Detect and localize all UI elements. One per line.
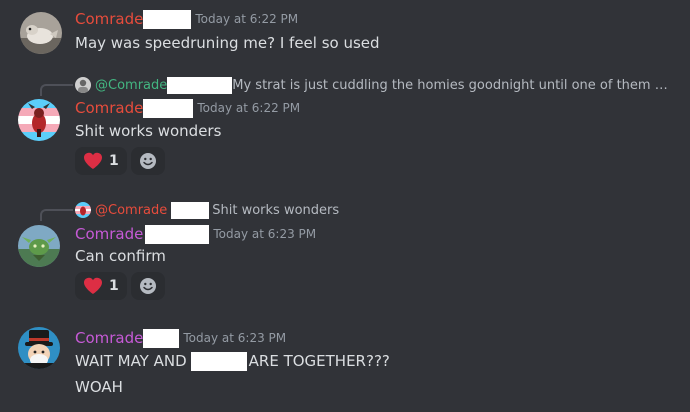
redaction-box xyxy=(143,9,192,29)
message-text: Can confirm xyxy=(75,247,166,265)
redaction-box xyxy=(171,201,210,219)
smiley-icon xyxy=(139,278,156,294)
message-text: May was speedruning me? I feel so used xyxy=(75,34,380,52)
heart-icon xyxy=(84,152,102,169)
message-list: Comrade Today at 6:22 PM May was speedru… xyxy=(0,0,690,412)
reaction-count: 1 xyxy=(109,278,119,294)
reaction-heart[interactable]: 1 xyxy=(75,272,127,300)
timestamp: Today at 6:23 PM xyxy=(213,227,317,241)
author-name[interactable]: Comrade xyxy=(75,99,143,117)
reply-preview[interactable]: @Comrade Shit works wonders xyxy=(75,201,339,219)
redaction-box xyxy=(143,328,180,348)
timestamp: Today at 6:23 PM xyxy=(183,331,287,345)
reactions-bar: 1 xyxy=(75,147,165,175)
heart-icon xyxy=(84,277,102,294)
message-header: Comrade Today at 6:22 PM xyxy=(75,8,298,30)
message-text: WOAH xyxy=(75,378,123,396)
author-name[interactable]: Comrade xyxy=(75,329,143,347)
timestamp: Today at 6:22 PM xyxy=(197,101,301,115)
redaction-box xyxy=(145,224,210,244)
message-text-part: ARE TOGETHER??? xyxy=(248,352,390,370)
reactions-bar: 1 xyxy=(75,272,165,300)
reply-spine xyxy=(40,84,73,96)
author-name[interactable]: Comrade xyxy=(75,10,143,28)
reply-preview[interactable]: @Comrade My strat is just cuddling the h… xyxy=(75,76,672,94)
reply-spine xyxy=(40,209,73,221)
redaction-box xyxy=(190,351,247,371)
redaction-box xyxy=(143,98,194,118)
timestamp: Today at 6:22 PM xyxy=(195,12,299,26)
add-reaction-button[interactable] xyxy=(130,272,165,300)
reply-avatar xyxy=(75,202,91,218)
avatar[interactable] xyxy=(18,99,60,141)
reply-avatar xyxy=(75,77,91,93)
avatar[interactable] xyxy=(18,225,60,267)
message-text: Shit works wonders xyxy=(75,122,222,140)
reply-preview-text: Shit works wonders xyxy=(212,202,340,218)
message-header: Comrade Today at 6:22 PM xyxy=(75,97,300,119)
smiley-icon xyxy=(139,153,156,169)
message-header: Comrade Today at 6:23 PM xyxy=(75,327,286,349)
author-name[interactable]: Comrade xyxy=(75,225,143,243)
message-header: Comrade Today at 6:23 PM xyxy=(75,223,316,245)
reaction-count: 1 xyxy=(109,153,119,169)
reply-preview-text: My strat is just cuddling the homies goo… xyxy=(232,77,673,93)
reply-mention[interactable]: @Comrade xyxy=(95,203,167,218)
avatar[interactable] xyxy=(20,12,62,54)
message-text: WAIT MAY AND ARE TOGETHER??? xyxy=(75,350,390,372)
avatar[interactable] xyxy=(18,327,60,369)
redaction-box xyxy=(167,76,233,94)
add-reaction-button[interactable] xyxy=(130,147,165,175)
reaction-heart[interactable]: 1 xyxy=(75,147,127,175)
reply-mention[interactable]: @Comrade xyxy=(95,78,167,93)
message-text-part: WAIT MAY AND xyxy=(75,352,187,370)
